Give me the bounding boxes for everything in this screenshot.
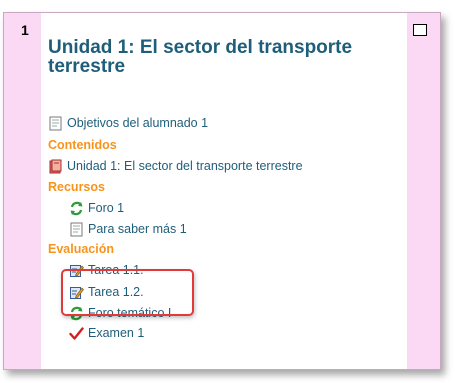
activity-objetivos[interactable]: Objetivos del alumnado 1 — [48, 114, 208, 132]
course-section-frame: 1 Unidad 1: El sector del transporte ter… — [3, 12, 441, 370]
highlight-annotation — [61, 269, 194, 316]
book-icon — [48, 159, 63, 174]
section-title: Unidad 1: El sector del transporte terre… — [48, 37, 353, 77]
document-icon — [69, 222, 84, 237]
heading-contenidos: Contenidos — [48, 138, 117, 152]
activity-label: Foro 1 — [88, 201, 125, 215]
activity-foro-1[interactable]: Foro 1 — [69, 199, 124, 217]
activity-label: Objetivos del alumnado 1 — [67, 116, 209, 130]
activity-examen-1[interactable]: Examen 1 — [69, 324, 144, 342]
activity-label: Para saber más 1 — [88, 222, 187, 236]
activity-para-saber-mas[interactable]: Para saber más 1 — [69, 220, 187, 238]
quiz-check-icon — [69, 326, 84, 341]
document-icon — [48, 116, 63, 131]
activity-unidad-1[interactable]: Unidad 1: El sector del transporte terre… — [48, 157, 303, 175]
activity-label: Unidad 1: El sector del transporte terre… — [67, 159, 303, 173]
activity-label: Examen 1 — [88, 326, 145, 340]
show-only-section-toggle[interactable] — [413, 24, 427, 36]
forum-icon — [69, 201, 84, 216]
section-number: 1 — [21, 22, 29, 38]
heading-recursos: Recursos — [48, 180, 105, 194]
heading-evaluacion: Evaluación — [48, 242, 114, 256]
